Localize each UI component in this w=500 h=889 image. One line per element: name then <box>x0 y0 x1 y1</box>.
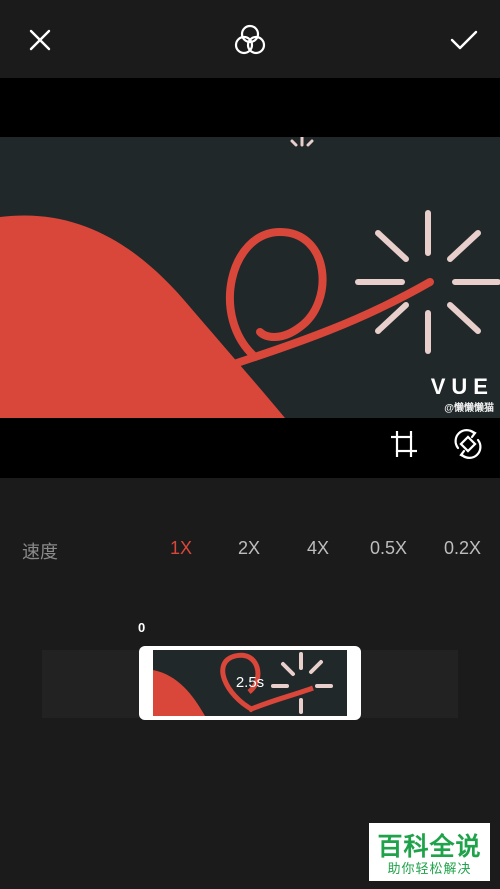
speed-option-4x[interactable]: 4X <box>307 538 329 559</box>
timeline-clip[interactable]: 2.5s <box>139 646 361 720</box>
crop-icon[interactable] <box>386 426 422 462</box>
speed-selector: 速度 1X 2X 4X 0.5X 0.2X <box>0 530 500 566</box>
video-artwork <box>0 137 500 418</box>
site-logo: 百科全说 助你轻松解决 <box>369 823 490 881</box>
clip-thumbnail: 2.5s <box>153 650 347 716</box>
speed-option-0.2x[interactable]: 0.2X <box>444 538 481 559</box>
watermark-user: @懒懒懒猫 <box>444 403 494 414</box>
top-toolbar <box>0 0 500 78</box>
check-icon[interactable] <box>446 22 482 58</box>
speed-label: 速度 <box>22 542 58 562</box>
speed-option-1x[interactable]: 1X <box>170 538 192 559</box>
clip-duration: 2.5s <box>235 674 265 691</box>
timeline-start-label: 0 <box>138 620 146 635</box>
close-icon[interactable] <box>22 22 58 58</box>
rotate-icon[interactable] <box>450 426 486 462</box>
video-frame[interactable]: VUE @懒懒懒猫 <box>0 137 500 418</box>
filter-circles-icon[interactable] <box>230 20 270 60</box>
logo-subtitle: 助你轻松解决 <box>387 861 472 876</box>
speed-option-2x[interactable]: 2X <box>238 538 260 559</box>
watermark-brand: VUE <box>430 374 494 399</box>
video-preview-area: VUE @懒懒懒猫 <box>0 78 500 478</box>
speed-option-0.5x[interactable]: 0.5X <box>370 538 407 559</box>
